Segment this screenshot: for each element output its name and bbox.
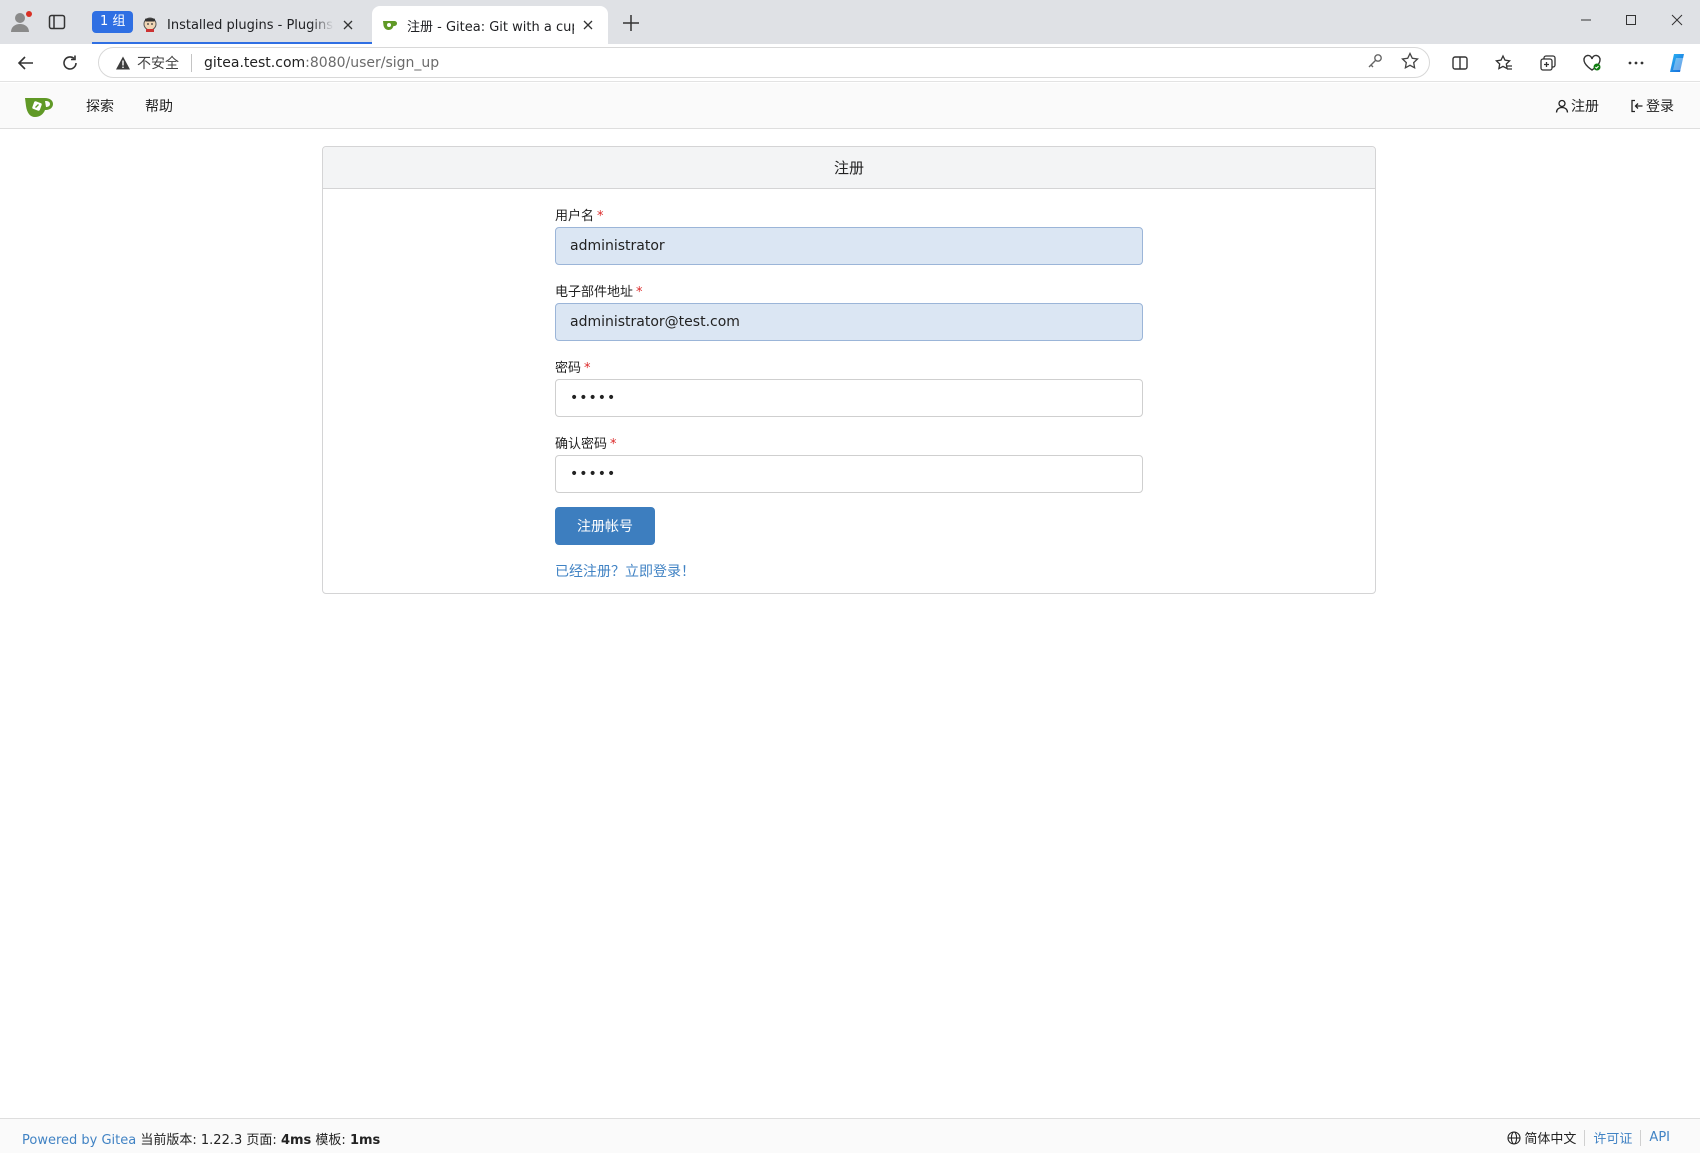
tab-title: 注册 - Gitea: Git with a cup of tea	[407, 19, 574, 35]
confirm-password-label: 确认密码 *	[555, 433, 617, 452]
collections-icon[interactable]	[1536, 51, 1560, 75]
key-icon[interactable]	[1367, 53, 1383, 73]
split-screen-icon[interactable]	[1448, 51, 1472, 75]
close-tab-icon[interactable]	[338, 15, 358, 35]
username-label-text: 用户名	[555, 209, 595, 224]
warning-icon[interactable]	[115, 55, 131, 71]
minimize-icon[interactable]	[1572, 8, 1600, 32]
tab-gitea-signup[interactable]: 注册 - Gitea: Git with a cup of tea	[372, 6, 608, 44]
email-input[interactable]: administrator@test.com	[555, 303, 1143, 341]
footer-divider	[1640, 1129, 1642, 1146]
username-input[interactable]: administrator	[555, 227, 1143, 265]
jenkins-icon	[142, 17, 158, 33]
refresh-icon[interactable]	[58, 51, 82, 75]
nav-explore[interactable]: 探索	[86, 96, 114, 116]
url-host: gitea.test.com	[204, 54, 306, 71]
page-footer: Powered by Gitea 当前版本: 1.22.3 页面: 4ms 模板…	[0, 1118, 1700, 1153]
tab-title: Installed plugins - Plugins [Jenkins]	[167, 17, 334, 33]
language-label: 简体中文	[1524, 1132, 1577, 1147]
register-account-button[interactable]: 注册帐号	[555, 507, 655, 545]
template-time-value: 1ms	[349, 1133, 381, 1148]
back-icon[interactable]	[14, 51, 38, 75]
person-icon	[1555, 99, 1569, 113]
powered-by-link[interactable]: Powered by Gitea	[22, 1133, 136, 1148]
gitea-icon	[382, 17, 398, 33]
more-options-icon[interactable]	[1624, 51, 1648, 75]
new-tab-icon[interactable]	[620, 12, 642, 34]
browser-tab-strip: 1 组 Installed plugins - Plugins [Jenkins…	[0, 0, 1700, 44]
password-label: 密码 *	[555, 357, 591, 376]
license-link[interactable]: 许可证	[1593, 1128, 1632, 1147]
gitea-navbar: 探索 帮助 注册 登录	[0, 83, 1700, 129]
username-label: 用户名 *	[555, 205, 604, 224]
api-link[interactable]: API	[1649, 1130, 1670, 1145]
password-label-text: 密码	[555, 361, 582, 376]
nav-help[interactable]: 帮助	[145, 96, 173, 116]
footer-links: 简体中文 许可证 API	[1507, 1128, 1670, 1147]
nav-register[interactable]: 注册	[1555, 96, 1599, 116]
vertical-tabs-icon[interactable]	[48, 13, 66, 31]
browser-essentials-icon[interactable]	[1580, 51, 1604, 75]
browser-toolbar: 不安全 gitea.test.com:8080/user/sign_up	[0, 44, 1700, 82]
close-window-icon[interactable]	[1663, 8, 1691, 32]
footer-info: Powered by Gitea 当前版本: 1.22.3 页面: 4ms 模板…	[22, 1129, 380, 1148]
template-time-label: 模板:	[315, 1133, 346, 1148]
confirm-password-label-text: 确认密码	[555, 437, 608, 452]
close-tab-icon[interactable]	[578, 15, 598, 35]
language-selector[interactable]: 简体中文	[1507, 1128, 1576, 1147]
nav-register-label: 注册	[1571, 99, 1599, 115]
footer-divider	[1584, 1129, 1586, 1146]
profile-icon[interactable]	[8, 9, 34, 35]
version-label: 当前版本:	[140, 1133, 197, 1148]
required-mark: *	[610, 437, 617, 452]
confirm-password-input[interactable]: •••••	[555, 455, 1143, 493]
address-bar[interactable]: 不安全 gitea.test.com:8080/user/sign_up	[98, 47, 1430, 78]
email-label-text: 电子部件地址	[555, 285, 634, 300]
signup-card: 注册 用户名 * administrator 电子部件地址 * administra…	[322, 146, 1376, 594]
page-time-value: 4ms	[280, 1133, 312, 1148]
maximize-icon[interactable]	[1617, 8, 1645, 32]
nav-login[interactable]: 登录	[1630, 96, 1674, 116]
tab-jenkins-plugins[interactable]: Installed plugins - Plugins [Jenkins]	[132, 6, 368, 44]
email-label: 电子部件地址 *	[555, 281, 643, 300]
signup-card-title: 注册	[323, 147, 1375, 189]
tab-group-label[interactable]: 1 组	[92, 11, 134, 33]
sign-in-icon	[1631, 99, 1643, 113]
favorites-icon[interactable]	[1492, 51, 1516, 75]
gitea-logo-icon[interactable]	[24, 93, 56, 119]
copilot-icon[interactable]	[1666, 51, 1690, 75]
password-input[interactable]: •••••	[555, 379, 1143, 417]
nav-login-label: 登录	[1646, 99, 1674, 115]
security-label[interactable]: 不安全	[137, 53, 179, 73]
page-time-label: 页面:	[246, 1133, 277, 1148]
favorite-star-icon[interactable]	[1401, 51, 1419, 74]
version-value: 1.22.3	[200, 1133, 243, 1148]
address-divider	[191, 53, 192, 72]
globe-icon	[1507, 1130, 1521, 1145]
required-mark: *	[636, 285, 643, 300]
signin-link[interactable]: 已经注册？立即登录！	[555, 561, 695, 581]
required-mark: *	[597, 209, 604, 224]
url-path: :8080/user/sign_up	[305, 54, 440, 71]
required-mark: *	[584, 361, 591, 376]
